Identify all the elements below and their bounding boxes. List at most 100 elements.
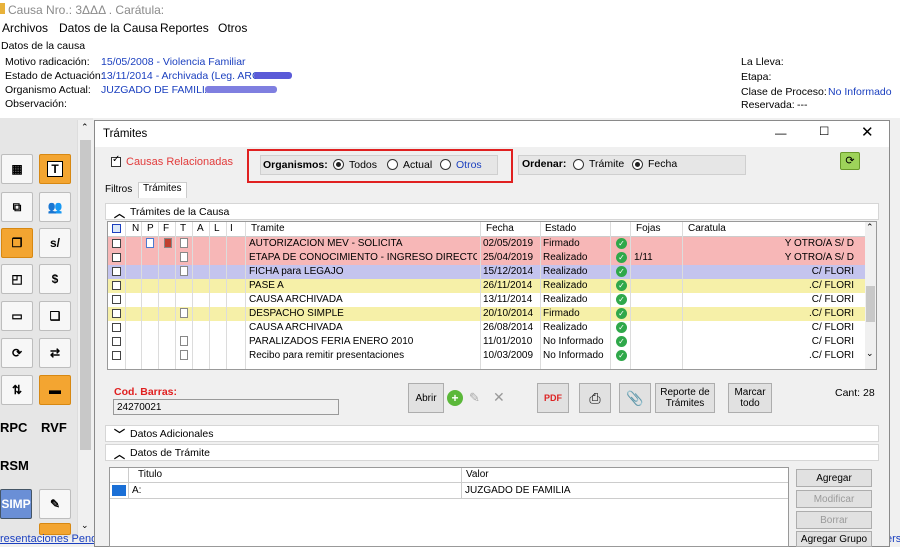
rsm-button[interactable]: RSM [0,458,29,473]
row-selector[interactable] [112,485,126,496]
ord-tramite-radio[interactable] [573,159,584,170]
table-row[interactable]: ETAPA DE CONOCIMIENTO - INGRESO DIRECTO 2… [108,251,866,265]
left-scrollbar[interactable]: ⌃ ⌄ [77,120,93,538]
marcar-todo-button[interactable]: Marcar todo [728,383,772,413]
rvf-button[interactable]: RVF [41,420,67,435]
window-titlebar: Causa Nro.: 3ΔΔΔ . Carátula: [0,0,900,19]
grid-scrollbar[interactable]: ⌃ ⌄ [865,222,876,369]
paperclip-icon[interactable]: 📎 [619,383,651,413]
minimize-icon[interactable]: — [775,128,787,140]
col-tramite[interactable]: Tramite [251,223,285,234]
pages-icon[interactable]: ❏ [39,301,71,331]
org-todos-radio[interactable] [333,159,344,170]
modificar-button[interactable]: Modificar [796,490,872,508]
row-checkbox[interactable] [112,309,121,318]
col-n[interactable]: N [132,223,139,234]
close-icon[interactable]: ✕ [861,123,874,141]
row-checkbox[interactable] [112,323,121,332]
table-row[interactable]: AUTORIZACION MEV - SOLICITA 02/05/2019 Fir… [108,237,866,251]
tab-tramites[interactable]: Trámites [138,182,187,198]
col-titulo[interactable]: Titulo [138,469,162,480]
row-checkbox[interactable] [112,337,121,346]
refresh-icon[interactable]: ⟳ [840,152,860,170]
org-actual-radio[interactable] [387,159,398,170]
scroll-thumb[interactable] [80,140,91,450]
col-estado[interactable]: Estado [545,223,576,234]
tramite-t-button[interactable]: T [39,154,71,184]
row-checkbox[interactable] [112,281,121,290]
row-checkbox[interactable] [112,295,121,304]
col-p[interactable]: P [147,223,154,234]
table-row[interactable]: PARALIZADOS FERIA ENERO 2010 11/01/2010 No… [108,335,866,349]
refresh-icon[interactable]: ⟳ [1,338,33,368]
col-i[interactable]: I [230,223,233,234]
estado-cell: Realizado [543,322,588,333]
col-valor[interactable]: Valor [466,469,489,480]
printer-icon[interactable]: ⎙ [579,383,611,413]
scroll-up-icon[interactable]: ⌃ [81,122,89,133]
monitor-icon[interactable]: ▬ [39,375,71,405]
table-row[interactable]: FICHA para LEGAJO 15/12/2014 Realizado ✓ C/ … [108,265,866,279]
causas-relacionadas-checkbox[interactable]: ✓ [111,154,121,167]
edit-icon[interactable]: ✎ [39,489,71,519]
transfer-icon[interactable]: ⇄ [39,338,71,368]
documents-icon[interactable]: ❐ [1,228,33,258]
col-l[interactable]: L [214,223,220,234]
col-t[interactable]: T [180,223,186,234]
row-checkbox[interactable] [112,267,121,276]
datos-tramite-header[interactable]: ︿ Datos de Trámite [105,444,879,461]
add-icon[interactable]: + [447,390,463,406]
menu-otros[interactable]: Otros [218,21,247,35]
money-icon[interactable]: $ [39,264,71,294]
table-row[interactable]: Recibo para remitir presentaciones 10/03/… [108,349,866,363]
col-a[interactable]: A [197,223,204,234]
split-window-icon[interactable]: ◰ [1,264,33,294]
agregar-button[interactable]: Agregar [796,469,872,487]
row-checkbox[interactable] [112,351,121,360]
tab-filtros[interactable]: Filtros [101,184,136,198]
table-row[interactable]: CAUSA ARCHIVADA 26/08/2014 Realizado ✓ C/ FL… [108,321,866,335]
row-checkbox[interactable] [112,253,121,262]
scroll-down-icon[interactable]: ⌄ [81,520,89,531]
tramites-section-header[interactable]: ︿ Trámites de la Causa [105,203,879,220]
calculator-icon[interactable]: ▦ [1,154,33,184]
simp-button[interactable]: SIMP [0,489,32,519]
chevron-up-icon: ︿ [114,449,125,461]
scroll-up-icon[interactable]: ⌃ [866,222,874,233]
col-caratula[interactable]: Caratula [688,223,726,234]
upload-icon[interactable]: ⇅ [1,375,33,405]
pdf-icon[interactable]: PDF [537,383,569,413]
borrar-button[interactable]: Borrar [796,511,872,529]
row-checkbox[interactable] [112,239,121,248]
col-fecha[interactable]: Fecha [486,223,514,234]
presentaciones-pendientes-link[interactable]: resentaciones Pendie [0,533,106,545]
sentence-button[interactable]: s/ [39,228,71,258]
cod-barras-input[interactable] [113,399,339,415]
col-f[interactable]: F [163,223,169,234]
select-all-checkbox[interactable] [112,224,121,233]
users-icon[interactable]: 👥 [39,192,71,222]
folder-icon[interactable]: ▭ [1,301,33,331]
edit-icon[interactable]: ✎ [469,390,480,406]
table-row[interactable]: PASE A 26/11/2014 Realizado ✓ .C/ FLORI [108,279,866,293]
delete-icon[interactable]: ✕ [493,389,505,406]
table-row[interactable]: CAUSA ARCHIVADA 13/11/2014 Realizado ✓ C/ FL… [108,293,866,307]
menu-reportes[interactable]: Reportes [160,21,209,35]
fecha-cell: 20/10/2014 [483,308,534,319]
menu-datos-causa[interactable]: Datos de la Causa [59,21,158,35]
reporte-tramites-button[interactable]: Reporte de Trámites [655,383,715,413]
document-icon [180,336,188,346]
scroll-down-icon[interactable]: ⌄ [866,348,874,359]
rpc-button[interactable]: RPC [0,420,27,435]
table-row[interactable]: DESPACHO SIMPLE 20/10/2014 Firmado ✓ .C/ FLO… [108,307,866,321]
copy-pages-icon[interactable]: ⧉ [1,192,33,222]
agregar-grupo-button[interactable]: Agregar Grupo [796,531,872,547]
ord-fecha-radio[interactable] [632,159,643,170]
maximize-icon[interactable]: ☐ [819,124,829,138]
menu-archivos[interactable]: Archivos [2,21,48,35]
org-otros-radio[interactable] [440,159,451,170]
grid-scroll-thumb[interactable] [866,286,875,322]
abrir-button[interactable]: Abrir [408,383,444,413]
datos-adicionales-header[interactable]: ﹀ Datos Adicionales [105,425,879,442]
col-fojas[interactable]: Fojas [636,223,660,234]
